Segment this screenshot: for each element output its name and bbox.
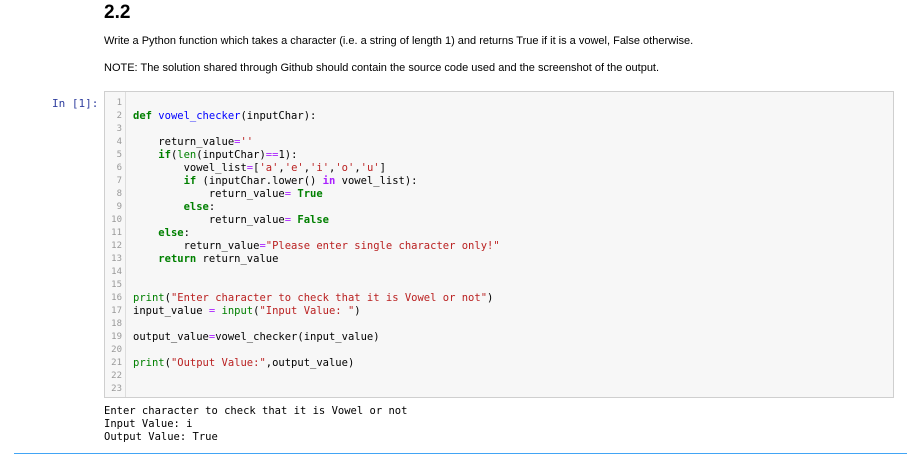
code-line: else: <box>183 201 216 213</box>
line-number: 14 <box>111 267 122 277</box>
code-line: return_value='' <box>158 136 254 148</box>
output-line: Output Value: True <box>104 431 218 443</box>
line-number: 7 <box>116 176 122 186</box>
code-line: if(len(inputChar)==1): <box>158 149 298 161</box>
line-number: 16 <box>111 293 122 303</box>
code-line: output_value=vowel_checker(input_value) <box>133 331 380 343</box>
line-number: 13 <box>111 254 122 264</box>
line-number: 17 <box>111 306 122 316</box>
line-number: 1 <box>116 98 122 108</box>
code-line: return_value="Please enter single charac… <box>183 240 500 252</box>
question-text: Write a Python function which takes a ch… <box>104 35 694 47</box>
line-number: 4 <box>116 137 122 147</box>
markdown-heading: 2.2 <box>104 2 131 23</box>
code-line: else: <box>158 227 190 239</box>
code-line: vowel_list=['a','e','i','o','u'] <box>183 162 386 174</box>
line-number: 12 <box>111 241 122 251</box>
output-line: Input Value: i <box>104 418 193 430</box>
line-number: 11 <box>111 228 122 238</box>
line-number: 9 <box>116 202 122 212</box>
line-number: 19 <box>111 332 122 342</box>
next-cell-border <box>14 453 907 454</box>
line-number: 2 <box>116 111 122 121</box>
line-number: 3 <box>116 124 122 134</box>
line-number: 15 <box>111 280 122 290</box>
cell-output: Enter character to check that it is Vowe… <box>104 405 407 444</box>
line-number: 18 <box>111 319 122 329</box>
note-text: NOTE: The solution shared through Github… <box>104 62 660 74</box>
line-number: 22 <box>111 371 122 381</box>
line-number: 10 <box>111 215 122 225</box>
line-number: 21 <box>111 358 122 368</box>
line-number: 6 <box>116 163 122 173</box>
line-number-gutter: 1 2 3 4 5 6 7 8 9 10 11 12 13 14 15 16 1… <box>105 92 126 397</box>
input-prompt: In [1]: <box>52 97 99 110</box>
line-number: 23 <box>111 384 122 394</box>
line-number: 20 <box>111 345 122 355</box>
code-line: print("Enter character to check that it … <box>133 292 494 304</box>
output-line: Enter character to check that it is Vowe… <box>104 405 408 417</box>
code-line: return return_value <box>158 253 279 265</box>
code-line: def vowel_checker(inputChar): <box>133 110 317 122</box>
code-cell-input[interactable]: 1 2 3 4 5 6 7 8 9 10 11 12 13 14 15 16 1… <box>104 91 894 398</box>
code-line: print("Output Value:",output_value) <box>133 357 355 369</box>
line-number: 5 <box>116 150 122 160</box>
code-line: return_value= False <box>208 214 329 226</box>
line-number: 8 <box>116 189 122 199</box>
code-line: if (inputChar.lower() in vowel_list): <box>183 175 418 187</box>
code-line: input_value = input("Input Value: ") <box>133 305 361 317</box>
code-line: return_value= True <box>208 188 323 200</box>
